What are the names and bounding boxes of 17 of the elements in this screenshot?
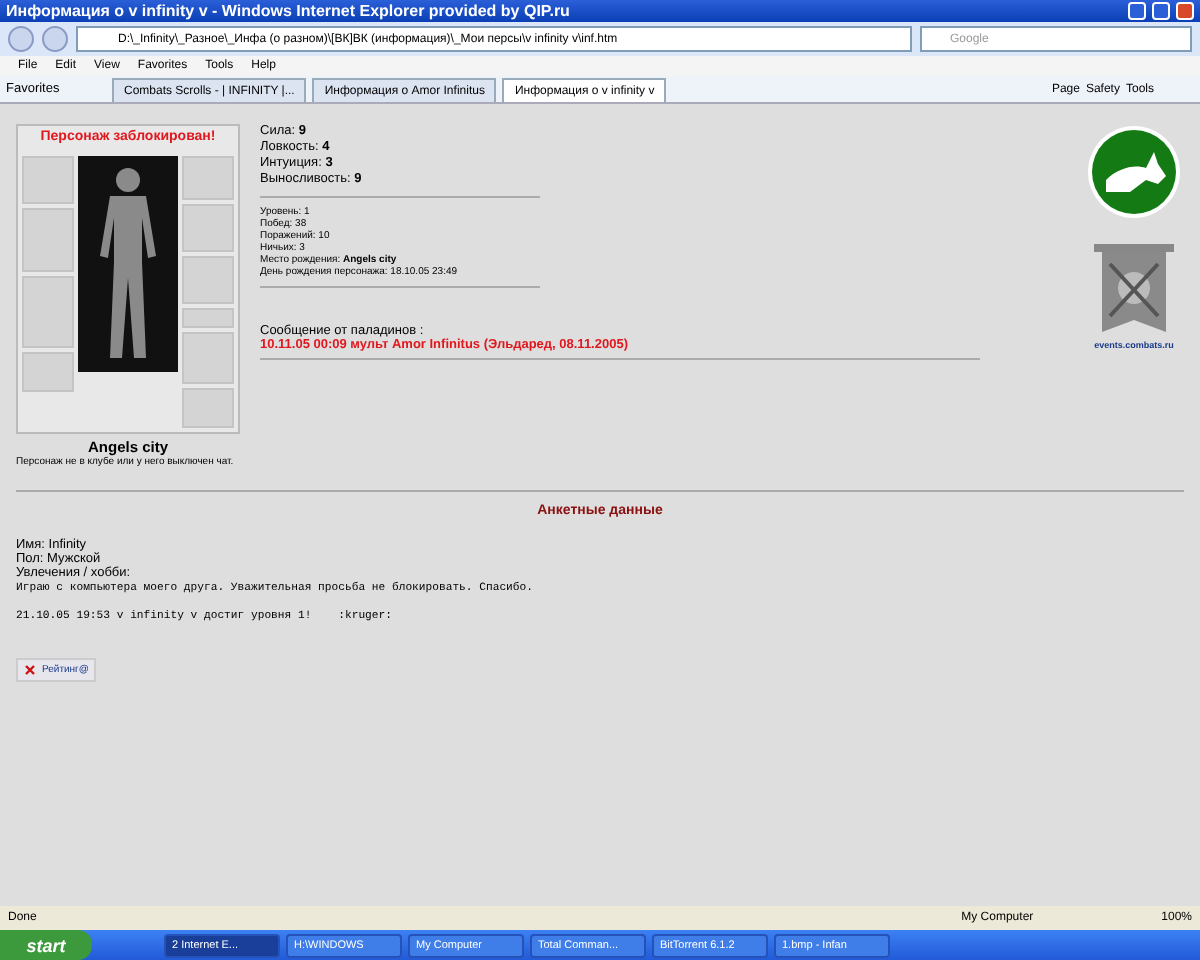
forward-icon[interactable] (42, 26, 68, 52)
equipment-slot (182, 256, 234, 304)
equipment-slot (182, 388, 234, 428)
equipment-slot (22, 276, 74, 348)
equipment-slot (182, 156, 234, 200)
equipment-slot (22, 352, 74, 392)
window-title: Информация о v infinity v - Windows Internet Explorer provided by QIP.ru (6, 2, 572, 20)
equipment-slot (182, 308, 234, 328)
close-icon[interactable] (1176, 2, 1194, 20)
equipment-slot (182, 204, 234, 252)
start-button[interactable]: start (0, 930, 92, 960)
equipment-slot (22, 156, 74, 204)
equipment-slot (182, 332, 234, 384)
back-icon[interactable] (8, 26, 34, 52)
x-icon (24, 664, 36, 676)
equipment-slot (22, 208, 74, 272)
character-silhouette-icon (94, 164, 162, 364)
